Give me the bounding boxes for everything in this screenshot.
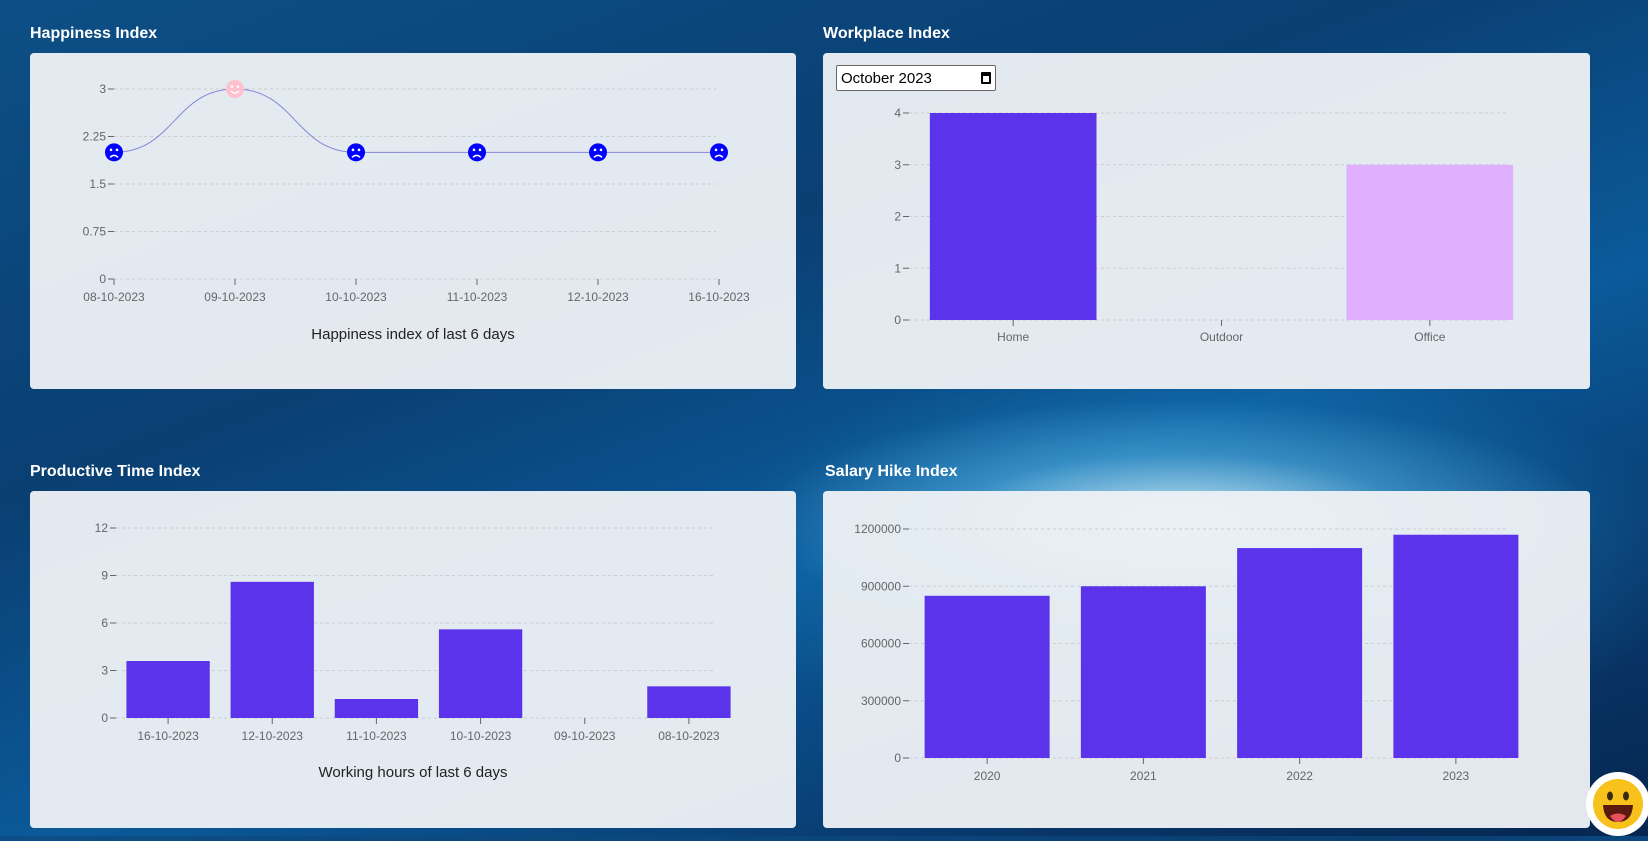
- bar: [1346, 164, 1514, 320]
- bar: [929, 113, 1097, 320]
- chatbot-emoji-button[interactable]: [1586, 772, 1648, 836]
- x-tick-label: 08-10-2023: [658, 729, 720, 743]
- y-tick-label: 900000: [861, 579, 901, 593]
- workplace-chart: 0 1 2 3 4 Home Outdoor Office: [894, 106, 1514, 344]
- x-tick-label: 08-10-2023: [83, 290, 145, 304]
- productive-caption: Working hours of last 6 days: [318, 764, 508, 781]
- happiness-title: Happiness Index: [30, 25, 158, 42]
- y-tick-label: 1.5: [89, 177, 106, 191]
- x-tick-label: Outdoor: [1200, 330, 1243, 344]
- y-tick-label: 3: [99, 82, 106, 96]
- x-tick-label: 2021: [1130, 769, 1157, 783]
- y-tick-label: 0: [894, 313, 901, 327]
- y-tick-label: 1: [894, 261, 901, 275]
- x-tick-label: 2022: [1286, 769, 1313, 783]
- bar: [334, 699, 419, 718]
- x-tick-label: 11-10-2023: [447, 290, 508, 304]
- y-tick-label: 0: [894, 751, 901, 765]
- x-tick-label: 11-10-2023: [346, 729, 407, 743]
- y-tick-label: 2.25: [83, 130, 107, 144]
- y-tick-label: 600000: [861, 637, 901, 651]
- x-tick-label: 16-10-2023: [137, 729, 199, 743]
- workplace-title: Workplace Index: [823, 25, 950, 42]
- y-tick-label: 12: [95, 521, 109, 535]
- y-tick-label: 1200000: [854, 522, 901, 536]
- workplace-card: 0 1 2 3 4 Home Outdoor Office October 2023: [823, 53, 1590, 389]
- happiness-card: 0 0.75 1.5 2.25 3 08-10-2023 09-10-2023 10-10-2…: [30, 53, 796, 389]
- x-tick-label: Home: [997, 330, 1029, 344]
- salary-card: 0 300000 600000 900000 1200000 2020 2021 2022 20…: [823, 491, 1590, 828]
- x-tick-label: 09-10-2023: [554, 729, 616, 743]
- x-tick-label: 2020: [974, 769, 1001, 783]
- x-tick-label: Office: [1414, 330, 1445, 344]
- month-value: October 2023: [841, 69, 932, 87]
- sad-face-marker: [589, 143, 607, 162]
- happiness-caption: Happiness index of last 6 days: [311, 326, 515, 343]
- sad-face-marker: [710, 143, 728, 162]
- y-tick-label: 2: [894, 210, 901, 224]
- bar: [647, 686, 731, 718]
- salary-title: Salary Hike Index: [825, 463, 958, 480]
- y-tick-label: 4: [894, 106, 901, 120]
- bar: [230, 581, 314, 718]
- x-tick-label: 09-10-2023: [204, 290, 266, 304]
- y-tick-label: 3: [894, 158, 901, 172]
- bar: [126, 661, 210, 718]
- sad-face-marker: [468, 143, 486, 162]
- bar: [1393, 534, 1519, 758]
- y-tick-label: 0: [99, 272, 106, 286]
- series-line: [113, 88, 719, 153]
- calendar-icon[interactable]: [981, 72, 991, 84]
- y-tick-label: 0.75: [83, 225, 107, 239]
- x-tick-label: 12-10-2023: [242, 729, 304, 743]
- salary-chart: 0 300000 600000 900000 1200000 2020 2021 2022 20…: [854, 522, 1519, 783]
- y-tick-label: 0: [101, 711, 108, 725]
- month-picker-input[interactable]: October 2023: [836, 65, 996, 91]
- sad-face-marker: [105, 143, 123, 162]
- y-tick-label: 9: [101, 569, 108, 583]
- y-tick-label: 6: [101, 616, 108, 630]
- bar: [1080, 586, 1206, 758]
- y-tick-label: 300000: [861, 694, 901, 708]
- bar: [924, 595, 1050, 758]
- happy-face-marker: [226, 80, 244, 98]
- x-tick-label: 10-10-2023: [325, 290, 387, 304]
- x-tick-label: 10-10-2023: [450, 729, 512, 743]
- x-tick-label: 12-10-2023: [567, 290, 629, 304]
- x-tick-label: 16-10-2023: [688, 290, 750, 304]
- sad-face-marker: [347, 143, 365, 162]
- y-tick-label: 3: [101, 664, 108, 678]
- bar: [438, 629, 523, 718]
- grinning-face-icon: [1593, 779, 1643, 829]
- productive-card: 0 3 6 9 12 16-10-2023 12-10-2023 11-10-2023 10-1…: [30, 491, 796, 828]
- productive-title: Productive Time Index: [30, 463, 201, 480]
- bar: [1237, 548, 1363, 758]
- x-tick-label: 2023: [1443, 769, 1470, 783]
